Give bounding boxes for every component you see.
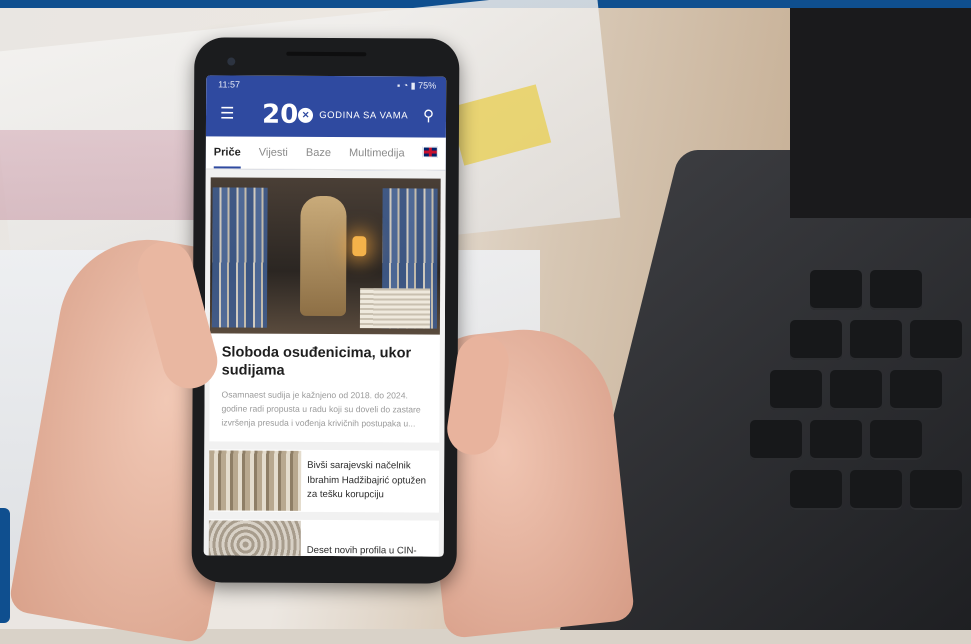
keyboard-key [850, 470, 902, 510]
site-logo[interactable]: 20 ✕ GODINA SA VAMA [262, 100, 408, 131]
keyboard-key [790, 470, 842, 510]
keyboard-key [890, 370, 942, 410]
list-item-thumbnail [208, 450, 302, 511]
list-item[interactable]: Bivši sarajevski načelnik Ibrahim Hadžib… [208, 449, 440, 513]
app-header: 11:57 ▪ ◔ ▮ 75% ☰ 20 ✕ GODINA SA VAMA ⚲ … [205, 75, 447, 171]
paper-stack [359, 288, 431, 329]
smartphone: 11:57 ▪ ◔ ▮ 75% ☰ 20 ✕ GODINA SA VAMA ⚲ … [191, 37, 460, 584]
featured-article-body: Sloboda osuđenicima, ukor sudijama Osamn… [209, 333, 440, 442]
laptop-screen [790, 8, 971, 218]
phone-screen: 11:57 ▪ ◔ ▮ 75% ☰ 20 ✕ GODINA SA VAMA ⚲ … [203, 75, 447, 557]
keyboard-key [770, 370, 822, 410]
tab-vijesti[interactable]: Vijesti [259, 147, 288, 169]
featured-article-image [209, 177, 441, 335]
featured-excerpt: Osamnaest sudija je kažnjeno od 2018. do… [221, 389, 421, 429]
status-icons: ▪ ◔ ▮ 75% [397, 80, 437, 91]
side-blue-tab [0, 508, 10, 623]
keyboard-key [750, 420, 802, 460]
laptop-keyboard [740, 250, 971, 520]
keyboard-key [810, 270, 862, 310]
menu-icon[interactable]: ☰ [220, 105, 236, 122]
search-icon[interactable]: ⚲ [423, 107, 434, 125]
keyboard-key [910, 320, 962, 360]
keyboard-key [790, 320, 842, 360]
keyboard-key [830, 370, 882, 410]
battery-level: 75% [418, 80, 437, 91]
background-notepad [0, 130, 200, 220]
list-item-title[interactable]: Bivši sarajevski načelnik Ibrahim Hadžib… [307, 459, 439, 503]
keyboard-key [850, 320, 902, 360]
justice-statue [299, 195, 347, 317]
uk-flag-icon[interactable] [422, 146, 438, 158]
lantern [352, 236, 367, 257]
list-item[interactable]: Deset novih profila u CIN- [208, 519, 439, 557]
keyboard-key [870, 270, 922, 310]
earpiece-speaker [286, 51, 367, 57]
status-bar: 11:57 ▪ ◔ ▮ 75% [218, 79, 436, 91]
keyboard-key [910, 470, 962, 510]
list-item-thumbnail [208, 520, 301, 557]
featured-article[interactable]: Sloboda osuđenicima, ukor sudijama Osamn… [209, 177, 441, 443]
tab-price[interactable]: Priče [213, 146, 241, 169]
section-tabs: Priče Vijesti Baze Multimedija [205, 136, 446, 171]
archive-shelf [211, 187, 268, 328]
keyboard-key [870, 420, 922, 460]
logo-badge-icon: ✕ [298, 107, 314, 123]
logo-text: GODINA SA VAMA [319, 109, 409, 121]
status-time: 11:57 [218, 79, 241, 90]
featured-headline[interactable]: Sloboda osuđenicima, ukor sudijama [222, 343, 428, 380]
logo-number: 20 [261, 99, 299, 130]
tab-multimedija[interactable]: Multimedija [349, 147, 405, 169]
keyboard-key [810, 420, 862, 460]
article-feed: Sloboda osuđenicima, ukor sudijama Osamn… [203, 169, 446, 557]
list-item-title[interactable]: Deset novih profila u CIN- [307, 544, 423, 557]
tab-baze[interactable]: Baze [306, 147, 331, 169]
front-camera [227, 57, 236, 66]
